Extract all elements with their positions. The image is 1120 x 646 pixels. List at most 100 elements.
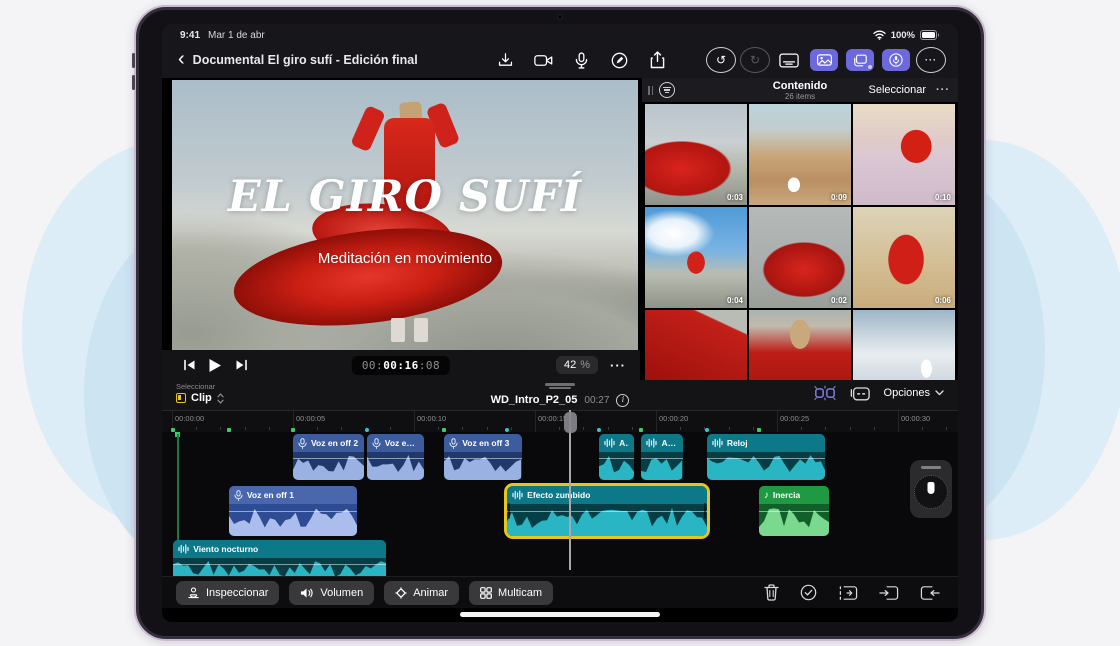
play-button[interactable]: [202, 354, 228, 376]
panel-more-icon[interactable]: ···: [936, 84, 950, 96]
replace-clip-icon[interactable]: [838, 585, 858, 601]
media-thumbnail[interactable]: 0:02: [749, 207, 851, 308]
clip-label: Voz en off 1: [247, 490, 294, 500]
timeline-clip[interactable]: Voz en off 1: [229, 486, 357, 536]
waveform-icon: [646, 438, 657, 448]
more-options-icon[interactable]: ···: [916, 47, 946, 73]
share-icon[interactable]: [642, 47, 672, 73]
thumbnail-duration: 0:02: [831, 296, 847, 305]
timeline-project-name: WD_Intro_P2_05: [491, 394, 578, 406]
volume-button: [132, 75, 135, 90]
clip-label: A...: [619, 438, 629, 448]
home-indicator[interactable]: [460, 612, 660, 617]
import-icon[interactable]: [490, 47, 520, 73]
timeline-clip[interactable]: Voz en off 2: [293, 434, 364, 480]
media-thumbnail[interactable]: [749, 310, 851, 380]
ruler-label: 00:00:05: [296, 414, 325, 423]
delete-icon[interactable]: [764, 584, 779, 601]
status-bar: 9:41 Mar 1 de abr 100%: [162, 24, 958, 42]
ruler-minor-tick: [922, 427, 923, 430]
timeline-clip[interactable]: Altu...: [641, 434, 682, 480]
clip-stack-icon[interactable]: [850, 385, 870, 401]
video-preview[interactable]: EL GIRO SUFÍ Meditación en movimiento: [172, 80, 638, 350]
inspeccionar-button[interactable]: Inspeccionar: [176, 581, 279, 605]
front-camera: [557, 14, 563, 20]
clip-waveform: [229, 504, 357, 536]
pencil-circle-icon[interactable]: [604, 47, 634, 73]
voiceover-button[interactable]: [882, 49, 910, 71]
timeline-clip[interactable]: Efecto zumbido: [507, 486, 707, 536]
zoom-level[interactable]: 42%: [556, 356, 598, 374]
timeline-clip[interactable]: A...: [599, 434, 634, 480]
panel-grip[interactable]: [648, 86, 653, 95]
waveform-icon: [178, 544, 189, 554]
media-thumbnail[interactable]: 0:06: [853, 207, 955, 308]
clip-header: Reloj: [707, 434, 826, 452]
music-note-icon: ♪: [764, 490, 769, 501]
enable-clip-icon[interactable]: [800, 584, 817, 601]
timecode-display[interactable]: 00:00:16:08: [352, 356, 450, 375]
jog-wheel[interactable]: [910, 460, 952, 518]
camera-icon[interactable]: [528, 47, 558, 73]
ruler-minor-tick: [390, 427, 391, 430]
mic-icon: [298, 438, 307, 449]
back-button[interactable]: ‹: [174, 49, 193, 72]
timeline-ruler[interactable]: 00:00:0000:00:0500:00:1000:00:1500:00:20…: [162, 410, 958, 432]
timeline-clip[interactable]: Voz en off 3: [444, 434, 521, 480]
filter-icon[interactable]: [659, 82, 675, 98]
info-icon[interactable]: i: [616, 394, 629, 407]
microphone-icon[interactable]: [566, 47, 596, 73]
timeline-drag-handle[interactable]: [545, 383, 575, 386]
multicam-button[interactable]: Multicam: [469, 581, 553, 605]
edit-toolbar: Inspeccionar Volumen Animar Multicam: [162, 576, 958, 608]
timeline-clip[interactable]: Voz en off 2: [367, 434, 424, 480]
magnetic-timeline-icon[interactable]: [814, 385, 836, 401]
thumbnail-duration: 0:09: [831, 193, 847, 202]
volumen-button[interactable]: Volumen: [289, 581, 374, 605]
animar-button[interactable]: Animar: [384, 581, 459, 605]
media-browser-button[interactable]: [810, 49, 838, 71]
titles-icon[interactable]: [774, 47, 804, 73]
media-thumbnail[interactable]: 0:09: [749, 104, 851, 205]
stickers-button[interactable]: [846, 49, 874, 71]
jog-wheel-handle[interactable]: [921, 466, 941, 469]
clip-waveform: [599, 452, 634, 480]
clip-label: Voz en off 2: [385, 438, 419, 448]
playhead-handle[interactable]: [564, 412, 577, 433]
previous-frame-button[interactable]: [176, 354, 202, 376]
inspector-icon: [187, 587, 200, 599]
zoom-value: 42: [564, 359, 576, 371]
toolbtn-label: Volumen: [320, 587, 363, 599]
media-thumbnail[interactable]: [645, 310, 747, 380]
undo-icon[interactable]: ↺: [706, 47, 736, 73]
playhead[interactable]: [569, 410, 571, 570]
timeline-drag-handle[interactable]: [549, 387, 571, 390]
clip-waveform: [367, 452, 424, 480]
media-grid: 0:03 0:09 0:10 0:04 0:02 0:06: [645, 104, 955, 380]
media-thumbnail[interactable]: [853, 310, 955, 380]
chevron-down-icon: [935, 390, 944, 396]
insert-clip-icon[interactable]: [879, 585, 899, 601]
media-thumbnail[interactable]: 0:04: [645, 207, 747, 308]
diamond-icon: [395, 587, 407, 599]
timeline-clip[interactable]: Reloj: [707, 434, 826, 480]
clip-label: Efecto zumbido: [527, 490, 590, 500]
ruler-minor-tick: [462, 427, 463, 430]
media-thumbnail[interactable]: 0:10: [853, 104, 955, 205]
media-thumbnail[interactable]: 0:03: [645, 104, 747, 205]
timeline-clip[interactable]: ♪Inercia: [759, 486, 829, 536]
clip-header: Voz en off 3: [444, 434, 521, 452]
overwrite-clip-icon[interactable]: [920, 585, 940, 601]
viewer-more-icon[interactable]: ···: [610, 358, 626, 373]
options-button[interactable]: Opciones: [884, 387, 944, 399]
clip-header: Voz en off 1: [229, 486, 357, 504]
video-title-overlay: EL GIRO SUFÍ: [172, 172, 638, 222]
clip-header: Altu...: [641, 434, 682, 452]
project-title: Documental El giro sufí - Edición final: [193, 53, 418, 67]
speaker-icon: [300, 587, 314, 599]
next-frame-button[interactable]: [228, 354, 254, 376]
redo-icon[interactable]: ↻: [740, 47, 770, 73]
timecode-suffix: :08: [419, 359, 440, 372]
select-button[interactable]: Seleccionar: [869, 84, 926, 96]
timeline-clip[interactable]: Viento nocturno: [173, 540, 386, 576]
